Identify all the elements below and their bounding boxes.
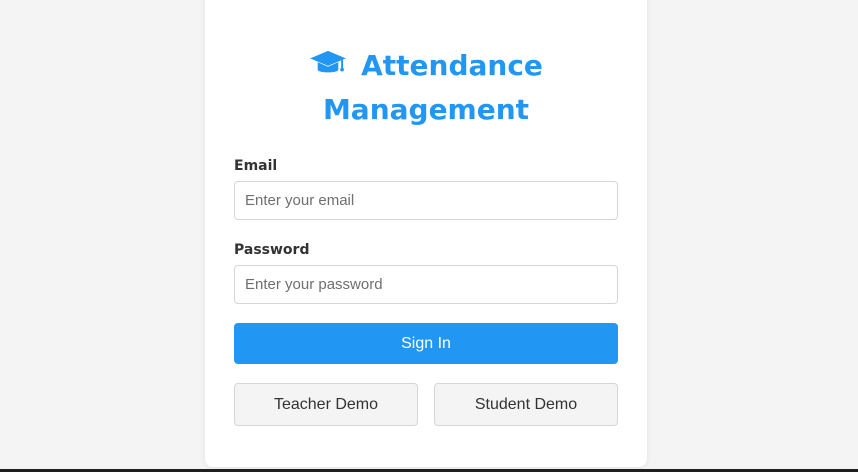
password-field[interactable]	[234, 265, 618, 304]
email-field[interactable]	[234, 181, 618, 220]
title-line-1: Attendance	[361, 49, 543, 82]
sign-in-button[interactable]: Sign In	[234, 323, 618, 364]
student-demo-button[interactable]: Student Demo	[434, 383, 618, 426]
graduation-cap-icon	[310, 50, 346, 73]
login-card: Attendance Management Email Password Sig…	[205, 0, 647, 467]
login-page: Attendance Management Email Password Sig…	[0, 0, 858, 472]
title-line-2: Management	[322, 93, 530, 126]
page-title: Attendance Management	[205, 44, 647, 132]
teacher-demo-button[interactable]: Teacher Demo	[234, 383, 418, 426]
email-label: Email	[234, 158, 278, 174]
password-label: Password	[234, 242, 310, 258]
